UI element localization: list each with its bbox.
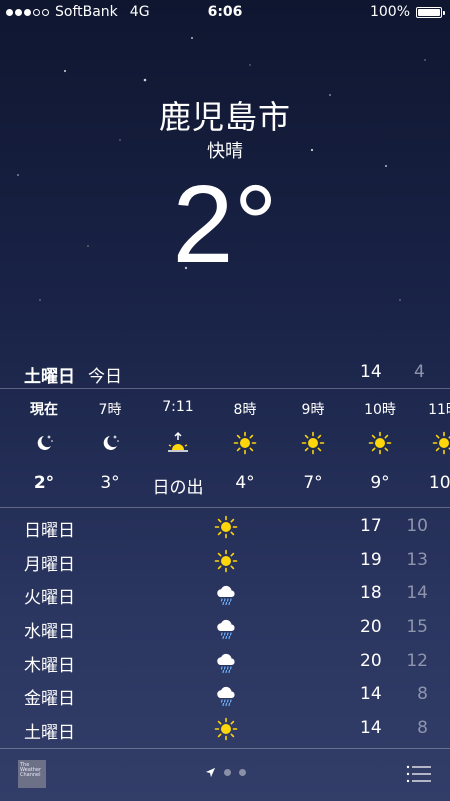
- daily-day: 月曜日: [24, 554, 75, 575]
- hourly-time: 現在: [30, 402, 58, 418]
- status-bar-right: 100%: [369, 4, 445, 20]
- today-label: 今日: [88, 367, 122, 387]
- daily-day: 日曜日: [24, 521, 75, 541]
- daily-row: 木曜日 20 12: [24, 647, 430, 681]
- hourly-temp: 10°: [428, 473, 450, 493]
- status-bar: SoftBank 4G 6:06 100%: [0, 0, 450, 26]
- page-indicator[interactable]: [205, 767, 246, 778]
- daily-row: 金曜日 14 8: [24, 680, 430, 714]
- hourly-time: 7時: [98, 402, 122, 418]
- rain-cloud-icon: [217, 619, 235, 640]
- current-condition: 快晴: [207, 141, 243, 162]
- rain-cloud-icon: [217, 586, 235, 606]
- today-high: 14: [360, 362, 382, 382]
- hourly-temp: 日の出: [152, 478, 204, 498]
- daily-day: 土曜日: [24, 723, 75, 744]
- hourly-time: 8時: [233, 402, 257, 418]
- daily-high: 18: [360, 583, 382, 604]
- daily-day: 金曜日: [24, 689, 75, 710]
- hourly-temp: 7°: [303, 473, 323, 493]
- weather-channel-logo[interactable]: The Weather Channel: [18, 760, 46, 788]
- daily-row: 水曜日 20 15: [24, 613, 430, 647]
- current-temperature: 2°: [172, 163, 278, 286]
- battery-percent: 100%: [369, 4, 410, 20]
- sun-icon: [432, 431, 450, 455]
- daily-row: 土曜日 14 8: [24, 714, 430, 748]
- daily-low: 8: [417, 684, 428, 705]
- daily-day: 木曜日: [24, 655, 75, 676]
- hourly-temp: 2°: [33, 473, 55, 493]
- moon-stars-icon: [103, 435, 119, 450]
- daily-high: 17: [360, 516, 382, 536]
- rain-cloud-icon: [217, 687, 235, 707]
- daily-low: 15: [406, 617, 428, 638]
- divider: [0, 748, 450, 749]
- daily-high: 20: [360, 617, 382, 638]
- page-dot: [224, 769, 231, 776]
- hourly-temp: 3°: [100, 473, 120, 493]
- battery-icon: [416, 6, 445, 18]
- daily-high: 14: [360, 684, 382, 705]
- daily-low: 13: [406, 549, 428, 570]
- daily-low: 8: [417, 718, 428, 739]
- sun-icon: [214, 515, 238, 539]
- city-list-icon[interactable]: [406, 765, 432, 783]
- today-day: 土曜日: [24, 367, 75, 387]
- hourly-time: 11時: [428, 402, 450, 418]
- daily-low: 10: [406, 516, 428, 536]
- footer-toolbar: The Weather Channel: [0, 752, 450, 801]
- hourly-temp: 9°: [370, 473, 390, 493]
- today-low: 4: [414, 362, 425, 382]
- hourly-forecast[interactable]: 現在 2° 7時 3° 7:11 日の出 8時 4° 9時 7° 10時 9° …: [0, 389, 450, 507]
- logo-text: The Weather Channel: [20, 762, 42, 778]
- sun-icon: [214, 549, 238, 572]
- location-arrow-icon: [205, 767, 216, 778]
- hourly-time: 10時: [364, 402, 396, 418]
- daily-low: 12: [406, 650, 428, 671]
- city-name: 鹿児島市: [158, 98, 291, 136]
- daily-forecast: 日曜日 17 10 月曜日 19 13 火曜日 18 14 水曜日 20 15 …: [24, 512, 430, 748]
- sun-icon: [214, 717, 238, 741]
- sunrise-icon: [168, 431, 188, 452]
- sun-icon: [301, 431, 325, 455]
- hourly-temp: 4°: [235, 473, 255, 493]
- daily-high: 20: [360, 650, 382, 671]
- today-summary-row: 土曜日 今日 14 4: [24, 362, 430, 387]
- daily-day: 水曜日: [24, 622, 75, 643]
- hourly-time: 7:11: [162, 399, 194, 415]
- hourly-time: 9時: [301, 402, 325, 418]
- daily-high: 19: [360, 549, 382, 570]
- sun-icon: [233, 431, 257, 455]
- moon-stars-icon: [37, 435, 53, 450]
- page-dot: [239, 769, 246, 776]
- divider: [0, 507, 450, 508]
- daily-row: 月曜日 19 13: [24, 546, 430, 580]
- daily-high: 14: [360, 718, 382, 739]
- daily-day: 火曜日: [24, 588, 75, 609]
- daily-low: 14: [406, 583, 428, 604]
- sun-icon: [368, 431, 392, 455]
- daily-row: 火曜日 18 14: [24, 579, 430, 613]
- rain-cloud-icon: [217, 653, 235, 673]
- daily-row: 日曜日 17 10: [24, 512, 430, 546]
